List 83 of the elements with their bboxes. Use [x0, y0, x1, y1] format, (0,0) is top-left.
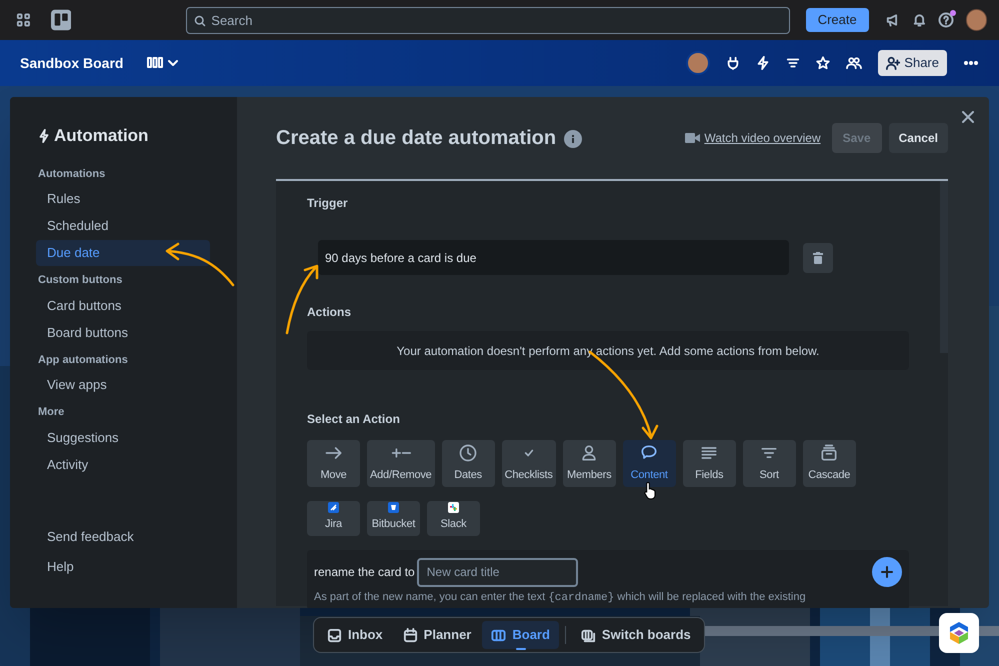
sidebar-item[interactable]: Suggestions: [36, 424, 210, 450]
nav-tab[interactable]: Planner: [394, 621, 480, 649]
clock-icon: [458, 442, 478, 462]
nav-tab[interactable]: Inbox: [318, 621, 392, 649]
stack-box-icon: [819, 442, 840, 462]
bell-icon[interactable]: [912, 12, 926, 28]
section-heading: App automations: [38, 352, 129, 368]
info-icon[interactable]: [564, 130, 582, 148]
sidebar-item[interactable]: Rules: [36, 186, 210, 212]
section-heading: Select an Action: [307, 411, 401, 428]
sidebar-item[interactable]: Board buttons: [36, 320, 210, 346]
action-option[interactable]: Fields: [682, 440, 736, 487]
filter-icon[interactable]: [786, 56, 800, 70]
action-option[interactable]: Slack: [427, 501, 480, 536]
people-icon[interactable]: [846, 56, 862, 70]
board-columns-icon: [491, 628, 506, 642]
lightning-icon[interactable]: [756, 56, 770, 70]
scrollbar[interactable]: [940, 181, 948, 353]
trash-icon: [813, 252, 823, 264]
plug-icon[interactable]: [726, 56, 740, 70]
inbox-icon: [327, 628, 342, 642]
sidebar-item[interactable]: Activity: [36, 452, 210, 478]
hexagon-logo-icon: [948, 621, 970, 645]
share-button[interactable]: Share: [878, 50, 947, 76]
close-icon[interactable]: [962, 111, 974, 123]
sidebar-title: Automation: [54, 125, 148, 147]
switch-boards-icon: [580, 628, 596, 642]
empty-actions-message: Your automation doesn't perform any actions yet. Add some actions from below.: [307, 331, 909, 370]
sidebar-item[interactable]: Due date: [36, 240, 210, 266]
search-field[interactable]: Search: [186, 6, 790, 34]
action-option[interactable]: Dates: [442, 440, 495, 487]
add-person-icon: [886, 56, 900, 70]
calendar-icon: [402, 628, 418, 642]
arrow-drawing: [166, 242, 234, 286]
nav-tab[interactable]: Switch boards: [572, 621, 700, 649]
delete-button[interactable]: [803, 242, 833, 272]
action-option[interactable]: Checklists: [502, 440, 556, 487]
board-logo-icon[interactable]: [50, 9, 72, 31]
board-title: Sandbox Board: [20, 54, 124, 72]
jira-logo-icon: [328, 502, 339, 512]
trigger-card: 90 days before a card is due: [318, 240, 789, 275]
bitbucket-logo-icon: [388, 502, 399, 512]
slack-logo-icon: [448, 502, 459, 512]
create-button[interactable]: Create: [806, 8, 869, 32]
section-heading: Custom buttons: [38, 273, 124, 288]
action-option[interactable]: Bitbucket: [367, 501, 420, 536]
help-icon[interactable]: [938, 12, 954, 28]
sidebar-link[interactable]: Help: [36, 554, 211, 580]
action-option[interactable]: Cascade: [802, 440, 856, 487]
megaphone-icon[interactable]: [884, 12, 900, 28]
sidebar-item[interactable]: Card buttons: [36, 292, 210, 318]
sidebar-link[interactable]: Send feedback: [36, 524, 211, 550]
section-heading: Actions: [307, 304, 352, 321]
board-view-icon[interactable]: [147, 56, 164, 70]
help-text: As part of the new name, you can enter the text {cardname} which will be replaced with the existing: [314, 590, 807, 606]
avatar[interactable]: [966, 9, 988, 31]
cancel-button[interactable]: Cancel: [888, 123, 948, 153]
field-label: rename the card to: [314, 564, 415, 581]
add-button[interactable]: [872, 557, 902, 587]
video-link[interactable]: Watch video overview: [704, 129, 821, 147]
dialog-title: Create a due date automation: [276, 126, 556, 151]
section-heading: Trigger: [307, 195, 349, 212]
assistant-button[interactable]: [939, 613, 979, 653]
chevron-down-icon[interactable]: [167, 57, 180, 69]
sidebar-item[interactable]: View apps: [36, 372, 210, 398]
action-option[interactable]: Move: [307, 440, 360, 487]
video-camera-icon: [685, 133, 700, 143]
sidebar-item[interactable]: Scheduled: [36, 213, 210, 239]
section-heading: More: [38, 405, 66, 420]
pointer-cursor-icon: [644, 481, 657, 500]
action-option[interactable]: Content: [622, 440, 676, 487]
nav-tab[interactable]: Board: [482, 621, 559, 649]
avatar[interactable]: [686, 51, 710, 75]
action-option[interactable]: Jira: [307, 501, 360, 536]
plus-icon: [881, 566, 893, 578]
action-option[interactable]: Members: [562, 440, 616, 487]
action-option[interactable]: Add/Remove: [367, 440, 435, 487]
star-icon[interactable]: [816, 56, 830, 70]
title-input[interactable]: New card title: [416, 558, 578, 586]
section-heading: Automations: [38, 166, 106, 182]
lightning-icon: [38, 128, 50, 143]
apps-grid-icon[interactable]: [16, 12, 31, 28]
action-option[interactable]: Sort: [742, 440, 796, 487]
